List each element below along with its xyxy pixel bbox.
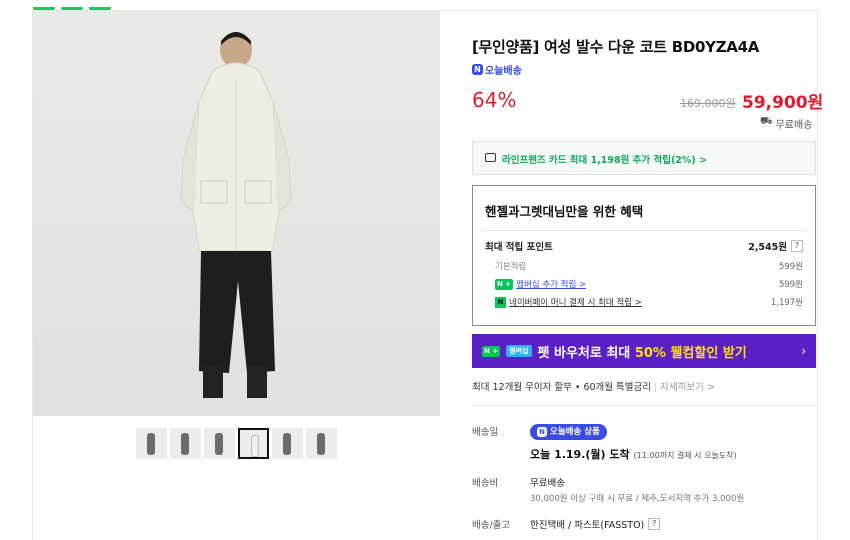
delivery-pill-label: 오늘배송 상품: [550, 427, 600, 437]
delivery-badge-label: 오늘배송: [485, 66, 522, 77]
basic-points-value: 599원: [778, 262, 803, 272]
courier-label: 배송/출고: [472, 520, 511, 531]
n-icon: N: [472, 64, 483, 75]
delivery-date-label: 배송일: [472, 427, 499, 438]
chevron-right-icon: ›: [801, 344, 806, 358]
promo-highlight: 50% 웰컴할인 받기: [634, 345, 747, 361]
courier-info: 한진택배 / 파스토(FASSTO) ?: [530, 517, 661, 531]
truck-icon: ⛟: [760, 116, 773, 127]
card-offer-banner[interactable]: 라인프렌즈 카드 최대 1,198원 추가 적립(2%) >: [472, 141, 816, 175]
membership-points-row: N + 멤버십 추가 적립 > 599원: [485, 278, 803, 290]
help-icon[interactable]: ?: [791, 240, 803, 252]
naverpay-points-value: 1,197원: [770, 298, 803, 308]
product-title: [무인양품] 여성 발수 다운 코트 BD0YZA4A: [472, 38, 760, 56]
naverpay-points-link[interactable]: 네이버페이 머니 결제 시 최대 적립 >: [509, 296, 642, 308]
n-icon: N: [537, 427, 547, 437]
promo-text: 펫 바우처로 최대 50% 웰컴할인 받기: [537, 345, 747, 361]
max-points-label: 최대 적립 포인트: [485, 242, 553, 253]
naverpay-points-row: N 네이버페이 머니 결제 시 최대 적립 > 1,197원: [485, 296, 803, 308]
installment-more-link[interactable]: 자세히보기 >: [660, 382, 715, 393]
shipping-fee-note: 30,000원 이상 구매 시 무료 / 제주,도서지역 추가 3,000원: [530, 494, 745, 504]
shipping-fee-label: 배송비: [472, 478, 499, 489]
product-page: [무인양품] 여성 발수 다운 코트 BD0YZA4A N 오늘배송 64% 1…: [0, 0, 850, 540]
shipping-info: ⛟ 무료배송: [760, 116, 812, 131]
max-points-row: 최대 적립 포인트 2,545원 ?: [485, 239, 803, 253]
thumbnail-3[interactable]: [204, 428, 235, 459]
top-tabs: [33, 0, 143, 34]
thumbnail-2[interactable]: [170, 428, 201, 459]
sale-price: 59,900원: [742, 93, 824, 113]
divider: [483, 230, 805, 231]
naver-plus-badge: N +: [482, 345, 501, 357]
pet-voucher-banner[interactable]: N + 멤버십 펫 바우처로 최대 50% 웰컴할인 받기 ›: [472, 334, 816, 368]
today-delivery-pill: N 오늘배송 상품: [530, 424, 607, 440]
arrival-info: 오늘 1.19.(월) 도착 (11:00까지 결제 시 오늘도착): [530, 446, 737, 462]
main-product-image[interactable]: [33, 11, 440, 416]
shipping-label: 무료배송: [775, 120, 813, 131]
arrival-note: (11:00까지 결제 시 오늘도착): [633, 451, 737, 460]
courier-help-icon[interactable]: ?: [648, 518, 661, 530]
naver-plus-icon: N +: [495, 278, 514, 290]
card-offer-text: 라인프렌즈 카드 최대 1,198원 추가 적립(2%) >: [502, 155, 708, 166]
original-price: 169,000원: [680, 97, 736, 110]
membership-tag: 멤버십: [506, 345, 532, 357]
thumbnail-1[interactable]: [136, 428, 167, 459]
thumbnail-strip: [136, 428, 337, 459]
thumbnail-4-selected[interactable]: [238, 428, 269, 459]
naverpay-icon: N: [495, 296, 506, 308]
model-photo: [180, 32, 292, 398]
discount-rate: 64%: [472, 88, 517, 112]
membership-points-value: 599원: [778, 280, 803, 290]
basic-points-label: 기본적립: [495, 262, 527, 272]
benefit-box: 헨젤과그렛대님만을 위한 혜택 최대 적립 포인트 2,545원 ? 기본적립 …: [472, 185, 816, 326]
thumbnail-5[interactable]: [272, 428, 303, 459]
installment-text: 최대 12개월 무이자 할부 • 60개월 특별금리: [472, 382, 651, 393]
thumbnail-6[interactable]: [306, 428, 337, 459]
arrival-date: 오늘 1.19.(월) 도착: [530, 448, 630, 461]
installment-info: 최대 12개월 무이자 할부 • 60개월 특별금리 | 자세히보기 >: [472, 382, 715, 393]
max-points-value: 2,545원: [748, 242, 787, 253]
basic-points-row: 기본적립 599원: [485, 260, 803, 272]
divider: [472, 405, 816, 406]
benefit-heading: 헨젤과그렛대님만을 위한 혜택: [485, 204, 644, 219]
membership-points-link[interactable]: 멤버십 추가 적립 >: [516, 278, 586, 290]
shipping-fee-value: 무료배송: [530, 478, 565, 489]
credit-card-icon: [485, 153, 496, 162]
today-delivery-badge: N 오늘배송: [472, 62, 522, 77]
courier-value: 한진택배 / 파스토(FASSTO): [530, 520, 645, 531]
